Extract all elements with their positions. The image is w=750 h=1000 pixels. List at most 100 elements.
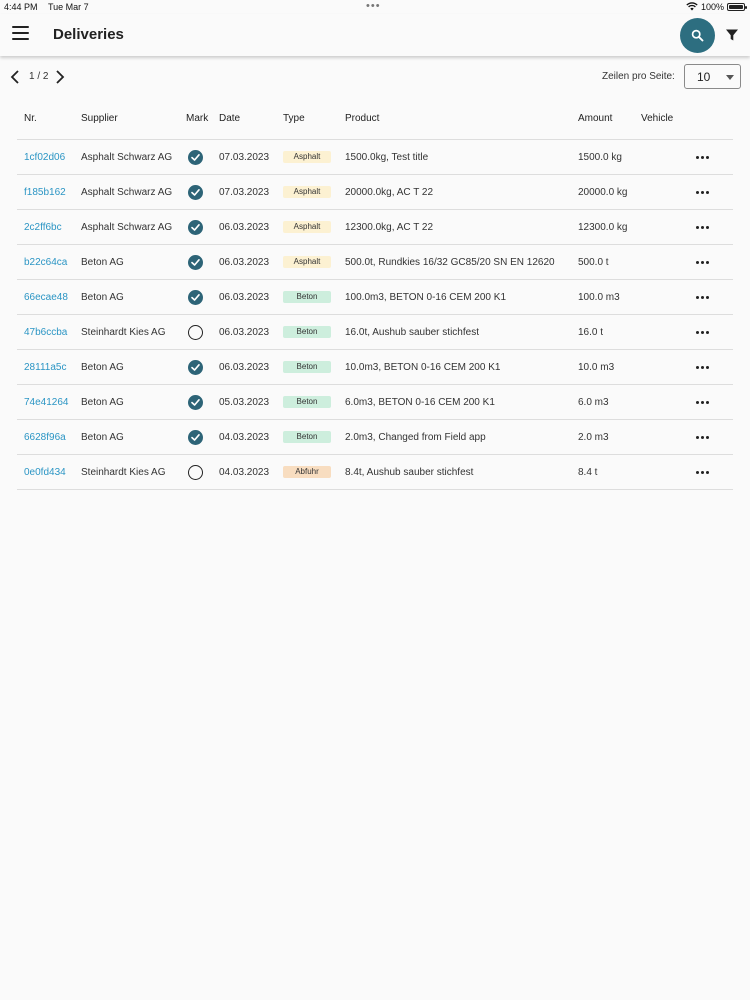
supplier-cell: Beton AG	[81, 292, 124, 303]
type-badge: Beton	[283, 326, 331, 338]
type-badge: Beton	[283, 361, 331, 373]
table-row[interactable]: 28111a5c Beton AG 06.03.2023 Beton 10.0m3, B…	[17, 350, 733, 385]
delivery-id-link[interactable]: 1cf02d06	[24, 152, 65, 163]
table-header: Nr. Supplier Mark Date Type Product Amou…	[17, 104, 733, 140]
more-options-icon[interactable]	[696, 432, 710, 442]
table-row[interactable]: 66ecae48 Beton AG 06.03.2023 Beton 100.0m3, …	[17, 280, 733, 315]
date-cell: 05.03.2023	[219, 397, 270, 408]
mark-checked-icon[interactable]	[188, 220, 203, 235]
rows-per-page-select[interactable]: 10	[684, 64, 741, 89]
filter-icon[interactable]	[725, 28, 739, 42]
wifi-icon	[686, 2, 698, 11]
date-cell: 06.03.2023	[219, 327, 270, 338]
column-header-mark[interactable]: Mark	[186, 113, 208, 124]
table-row[interactable]: 0e0fd434 Steinhardt Kies AG 04.03.2023 Abfu…	[17, 455, 733, 490]
table-row[interactable]: b22c64ca Beton AG 06.03.2023 Asphalt 500.0t,…	[17, 245, 733, 280]
mark-checked-icon[interactable]	[188, 395, 203, 410]
supplier-cell: Beton AG	[81, 397, 124, 408]
check-icon	[191, 224, 200, 231]
column-header-date[interactable]: Date	[219, 113, 240, 124]
mark-unchecked-icon[interactable]	[188, 325, 203, 340]
page-title: Deliveries	[53, 26, 124, 43]
product-cell: 10.0m3, BETON 0-16 CEM 200 K1	[345, 362, 501, 373]
date-cell: 04.03.2023	[219, 467, 270, 478]
mark-checked-icon[interactable]	[188, 150, 203, 165]
product-cell: 16.0t, Aushub sauber stichfest	[345, 327, 479, 338]
type-badge: Asphalt	[283, 151, 331, 163]
type-badge: Abfuhr	[283, 466, 331, 478]
more-options-icon[interactable]	[696, 397, 710, 407]
type-badge: Beton	[283, 396, 331, 408]
mark-checked-icon[interactable]	[188, 360, 203, 375]
amount-cell: 16.0 t	[578, 327, 604, 338]
more-options-icon[interactable]	[696, 222, 710, 232]
check-icon	[191, 434, 200, 441]
supplier-cell: Asphalt Schwarz AG	[81, 152, 173, 163]
type-badge: Asphalt	[283, 221, 331, 233]
mark-checked-icon[interactable]	[188, 290, 203, 305]
more-options-icon[interactable]	[696, 292, 710, 302]
delivery-id-link[interactable]: f185b162	[24, 187, 66, 198]
table-body: 1cf02d06 Asphalt Schwarz AG 07.03.2023 Asph…	[17, 140, 733, 490]
amount-cell: 100.0 m3	[578, 292, 620, 303]
more-options-icon[interactable]	[696, 152, 710, 162]
date-cell: 06.03.2023	[219, 257, 270, 268]
column-header-amount[interactable]: Amount	[578, 113, 612, 124]
mark-checked-icon[interactable]	[188, 255, 203, 270]
mark-unchecked-icon[interactable]	[188, 465, 203, 480]
search-icon	[691, 29, 704, 42]
column-header-product[interactable]: Product	[345, 113, 379, 124]
chevron-right-icon[interactable]	[54, 69, 66, 85]
column-header-vehicle[interactable]: Vehicle	[641, 113, 673, 124]
supplier-cell: Asphalt Schwarz AG	[81, 187, 173, 198]
table-row[interactable]: 2c2ff6bc Asphalt Schwarz AG 06.03.2023 Asph…	[17, 210, 733, 245]
delivery-id-link[interactable]: b22c64ca	[24, 257, 67, 268]
table-row[interactable]: f185b162 Asphalt Schwarz AG 07.03.2023 Asph…	[17, 175, 733, 210]
delivery-id-link[interactable]: 0e0fd434	[24, 467, 66, 478]
amount-cell: 10.0 m3	[578, 362, 615, 373]
delivery-id-link[interactable]: 47b6ccba	[24, 327, 67, 338]
mark-checked-icon[interactable]	[188, 430, 203, 445]
battery-icon	[727, 3, 747, 11]
amount-cell: 12300.0 kg	[578, 222, 628, 233]
product-cell: 12300.0kg, AC T 22	[345, 222, 434, 233]
amount-cell: 6.0 m3	[578, 397, 609, 408]
supplier-cell: Beton AG	[81, 362, 124, 373]
column-header-supplier[interactable]: Supplier	[81, 113, 118, 124]
delivery-id-link[interactable]: 2c2ff6bc	[24, 222, 62, 233]
more-options-icon[interactable]	[696, 187, 710, 197]
product-cell: 1500.0kg, Test title	[345, 152, 429, 163]
date-cell: 07.03.2023	[219, 187, 270, 198]
amount-cell: 8.4 t	[578, 467, 598, 478]
amount-cell: 2.0 m3	[578, 432, 609, 443]
more-options-icon[interactable]	[696, 257, 710, 267]
rows-per-page-value: 10	[697, 70, 711, 84]
check-icon	[191, 259, 200, 266]
more-options-icon[interactable]	[696, 327, 710, 337]
product-cell: 100.0m3, BETON 0-16 CEM 200 K1	[345, 292, 507, 303]
delivery-id-link[interactable]: 28111a5c	[24, 362, 66, 373]
delivery-id-link[interactable]: 74e41264	[24, 397, 69, 408]
table-row[interactable]: 1cf02d06 Asphalt Schwarz AG 07.03.2023 Asph…	[17, 140, 733, 175]
product-cell: 6.0m3, BETON 0-16 CEM 200 K1	[345, 397, 495, 408]
chevron-left-icon[interactable]	[9, 69, 21, 85]
menu-button[interactable]	[12, 26, 29, 40]
check-icon	[191, 189, 200, 196]
column-header-type[interactable]: Type	[283, 113, 305, 124]
delivery-id-link[interactable]: 66ecae48	[24, 292, 68, 303]
table-row[interactable]: 6628f96a Beton AG 04.03.2023 Beton 2.0m3, Ch…	[17, 420, 733, 455]
more-options-icon[interactable]	[696, 362, 710, 372]
product-cell: 500.0t, Rundkies 16/32 GC85/20 SN EN 126…	[345, 257, 555, 268]
multitasking-dots-icon[interactable]: •••	[366, 0, 381, 12]
column-header-nr[interactable]: Nr.	[24, 113, 37, 124]
more-options-icon[interactable]	[696, 467, 710, 477]
product-cell: 8.4t, Aushub sauber stichfest	[345, 467, 474, 478]
check-icon	[191, 399, 200, 406]
mark-checked-icon[interactable]	[188, 185, 203, 200]
check-icon	[191, 364, 200, 371]
table-row[interactable]: 47b6ccba Steinhardt Kies AG 06.03.2023 Beto…	[17, 315, 733, 350]
table-row[interactable]: 74e41264 Beton AG 05.03.2023 Beton 6.0m3, BE…	[17, 385, 733, 420]
amount-cell: 1500.0 kg	[578, 152, 622, 163]
search-button[interactable]	[680, 18, 715, 53]
delivery-id-link[interactable]: 6628f96a	[24, 432, 66, 443]
